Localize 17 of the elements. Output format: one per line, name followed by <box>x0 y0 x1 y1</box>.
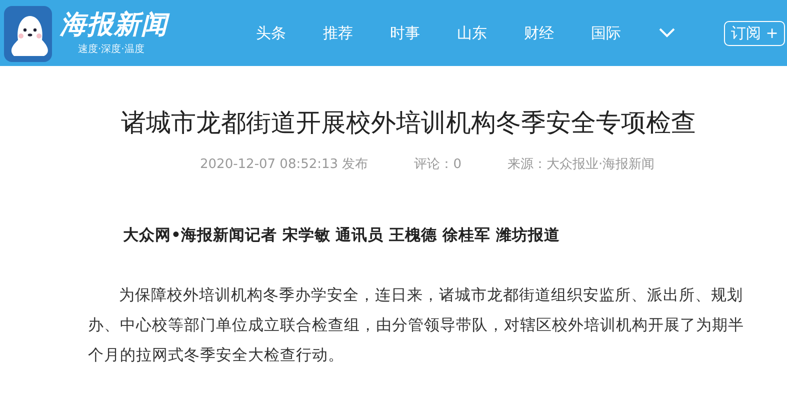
source-text: 来源：大众报业·海报新闻 <box>507 156 655 173</box>
seal-logo-icon <box>4 6 52 62</box>
nav-item[interactable]: 时事 <box>390 24 457 42</box>
comment-count: 评论：0 <box>414 156 462 173</box>
logo-text: 海报新闻 <box>60 10 168 40</box>
byline: 大众网•海报新闻记者 宋学敏 通讯员 王槐德 徐桂军 潍坊报道 <box>123 225 561 246</box>
slogan: 速度·深度·温度 <box>78 42 146 56</box>
nav-item[interactable]: 推荐 <box>323 24 390 42</box>
article-paragraph: 为保障校外培训机构冬季办学安全，连日来，诸城市龙都街道组织安监所、派出所、规划办、中心校等部门单位成立联合检查组，由分管领导带队，对辖区校外培训机构开展了为期半个月的拉网式冬季安全大检查行动。 <box>88 285 745 366</box>
chevron-down-icon[interactable] <box>658 27 676 39</box>
publish-time: 2020-12-07 08:52:13 发布 <box>200 156 368 173</box>
nav-item[interactable]: 国际 <box>591 24 658 42</box>
nav-item[interactable]: 财经 <box>524 24 591 42</box>
nav-item[interactable]: 山东 <box>457 24 524 42</box>
subscribe-button[interactable]: 订阅 + <box>724 20 786 46</box>
article-title: 诸城市龙都街道开展校外培训机构冬季安全专项检查 <box>120 107 697 139</box>
nav-item[interactable]: 头条 <box>256 24 323 42</box>
